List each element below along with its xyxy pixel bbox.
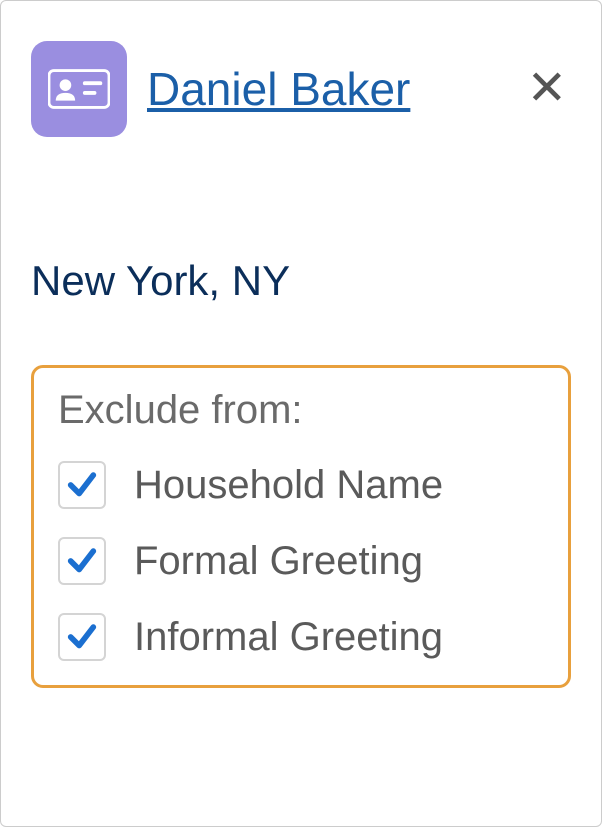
checkbox-household-name[interactable] [58, 461, 106, 509]
contact-card-icon [31, 41, 127, 137]
checkbox-label: Formal Greeting [134, 539, 423, 584]
checkbox-formal-greeting[interactable] [58, 537, 106, 585]
contact-location: New York, NY [31, 257, 571, 305]
exclude-option-informal-greeting: Informal Greeting [58, 613, 544, 661]
exclude-title: Exclude from: [58, 388, 544, 433]
checkbox-label: Household Name [134, 463, 443, 508]
contact-header: Daniel Baker ✕ [31, 41, 571, 137]
checkbox-informal-greeting[interactable] [58, 613, 106, 661]
checkbox-label: Informal Greeting [134, 615, 443, 660]
exclude-option-formal-greeting: Formal Greeting [58, 537, 544, 585]
close-icon[interactable]: ✕ [523, 65, 571, 113]
contact-name-link[interactable]: Daniel Baker [147, 62, 503, 116]
exclude-panel: Exclude from: Household Name Formal Gree… [31, 365, 571, 688]
exclude-option-household-name: Household Name [58, 461, 544, 509]
